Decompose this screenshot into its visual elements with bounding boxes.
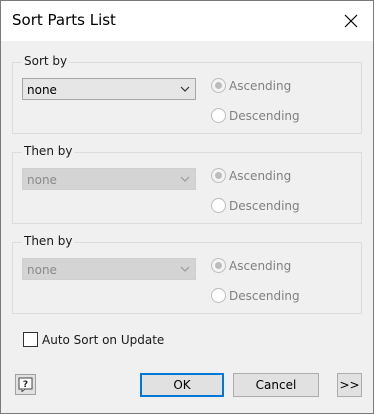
then-by-label-2: Then by: [22, 234, 75, 248]
title-bar: Sort Parts List: [1, 1, 373, 41]
radio-label: Ascending: [229, 258, 292, 273]
chevron-down-icon: [180, 176, 190, 182]
ok-button-label: OK: [173, 378, 191, 392]
then-by-select-1-value: none: [27, 173, 57, 187]
then-by-select-1[interactable]: none: [22, 168, 196, 190]
then-by-2-ascending-radio[interactable]: Ascending: [211, 258, 291, 273]
radio-unchecked-icon: [211, 288, 226, 303]
more-options-button-label: >>: [339, 378, 360, 392]
then-by-label-1: Then by: [22, 144, 75, 158]
then-by-2-descending-radio[interactable]: Descending: [211, 288, 300, 303]
help-icon: ?: [18, 377, 33, 392]
chevron-down-icon: [180, 86, 190, 92]
auto-sort-checkbox-row[interactable]: Auto Sort on Update: [23, 332, 164, 347]
cancel-button-label: Cancel: [255, 378, 297, 392]
radio-checked-icon: [211, 258, 226, 273]
sort-by-group: Sort by none Ascending Descending: [12, 54, 362, 134]
chevron-down-icon: [180, 266, 190, 272]
then-by-select-2[interactable]: none: [22, 258, 196, 280]
sort-parts-list-dialog: Sort Parts List Sort by none Ascending D…: [0, 0, 374, 414]
radio-label: Descending: [229, 198, 300, 213]
auto-sort-label: Auto Sort on Update: [42, 332, 165, 347]
then-by-select-2-value: none: [27, 263, 57, 277]
radio-label: Descending: [229, 108, 300, 123]
sort-by-ascending-radio[interactable]: Ascending: [211, 78, 291, 93]
radio-unchecked-icon: [211, 198, 226, 213]
then-by-1-ascending-radio[interactable]: Ascending: [211, 168, 291, 183]
then-by-1-descending-radio[interactable]: Descending: [211, 198, 300, 213]
auto-sort-checkbox[interactable]: [23, 332, 38, 347]
dialog-title: Sort Parts List: [12, 11, 116, 29]
ok-button[interactable]: OK: [140, 373, 224, 397]
sort-by-descending-radio[interactable]: Descending: [211, 108, 300, 123]
radio-checked-icon: [211, 78, 226, 93]
sort-by-select-value: none: [27, 83, 57, 97]
sort-by-label: Sort by: [22, 54, 70, 68]
radio-checked-icon: [211, 168, 226, 183]
radio-label: Descending: [229, 288, 300, 303]
radio-label: Ascending: [229, 78, 292, 93]
close-button[interactable]: [335, 5, 367, 37]
cancel-button[interactable]: Cancel: [233, 373, 319, 397]
then-by-group-2: Then by none Ascending Descending: [12, 234, 362, 314]
close-icon: [344, 14, 358, 28]
more-options-button[interactable]: >>: [337, 373, 362, 397]
help-glyph: ?: [23, 380, 28, 390]
radio-label: Ascending: [229, 168, 292, 183]
radio-unchecked-icon: [211, 108, 226, 123]
sort-by-select[interactable]: none: [22, 78, 196, 100]
then-by-group-1: Then by none Ascending Descending: [12, 144, 362, 224]
help-button[interactable]: ?: [15, 374, 36, 395]
